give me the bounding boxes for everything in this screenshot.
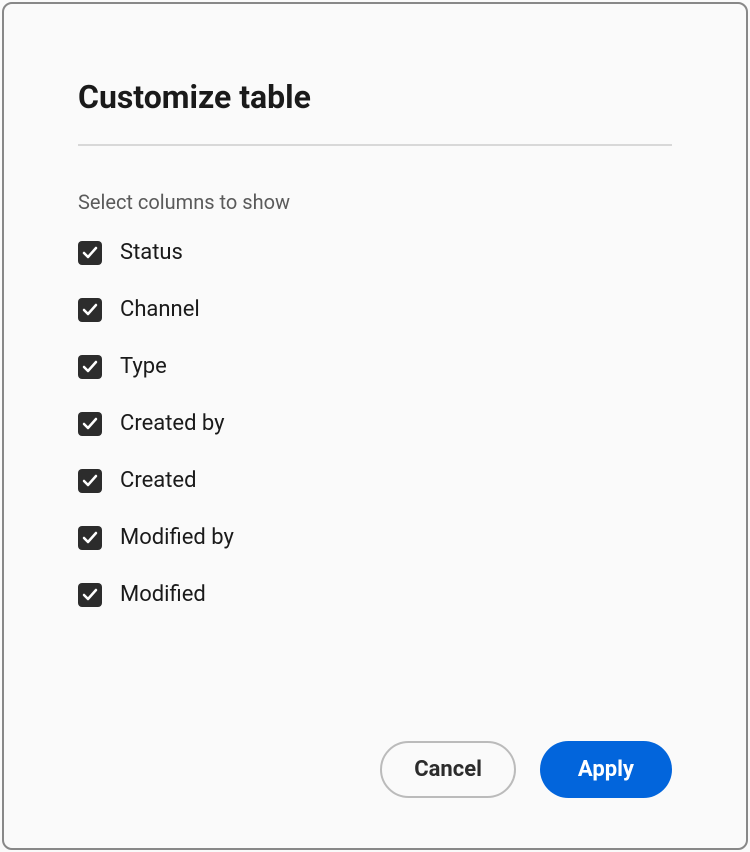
checkbox-list: Status Channel Type: [78, 240, 672, 607]
checkbox-status[interactable]: [78, 241, 102, 265]
checkbox-type[interactable]: [78, 355, 102, 379]
checkbox-item-status[interactable]: Status: [78, 240, 672, 265]
checkbox-created[interactable]: [78, 469, 102, 493]
section-label: Select columns to show: [78, 190, 672, 214]
checkbox-label: Status: [120, 240, 183, 265]
checkbox-label: Modified by: [120, 525, 234, 550]
checkbox-label: Created: [120, 468, 196, 493]
checkbox-modified[interactable]: [78, 583, 102, 607]
checkbox-item-channel[interactable]: Channel: [78, 297, 672, 322]
checkbox-item-modified[interactable]: Modified: [78, 582, 672, 607]
cancel-button[interactable]: Cancel: [380, 741, 516, 798]
divider: [78, 144, 672, 146]
checkbox-modified-by[interactable]: [78, 526, 102, 550]
checkbox-item-type[interactable]: Type: [78, 354, 672, 379]
checkbox-item-modified-by[interactable]: Modified by: [78, 525, 672, 550]
checkbox-item-created[interactable]: Created: [78, 468, 672, 493]
checkbox-label: Type: [120, 354, 167, 379]
checkmark-icon: [82, 587, 98, 603]
checkmark-icon: [82, 530, 98, 546]
checkmark-icon: [82, 302, 98, 318]
dialog-footer: Cancel Apply: [78, 701, 672, 798]
checkbox-created-by[interactable]: [78, 412, 102, 436]
checkbox-label: Modified: [120, 582, 206, 607]
dialog-title: Customize table: [78, 78, 672, 116]
checkbox-label: Created by: [120, 411, 225, 436]
checkmark-icon: [82, 416, 98, 432]
checkbox-label: Channel: [120, 297, 200, 322]
checkmark-icon: [82, 245, 98, 261]
customize-table-dialog: Customize table Select columns to show S…: [2, 2, 748, 850]
checkmark-icon: [82, 473, 98, 489]
checkbox-channel[interactable]: [78, 298, 102, 322]
checkbox-item-created-by[interactable]: Created by: [78, 411, 672, 436]
checkmark-icon: [82, 359, 98, 375]
apply-button[interactable]: Apply: [540, 741, 672, 798]
